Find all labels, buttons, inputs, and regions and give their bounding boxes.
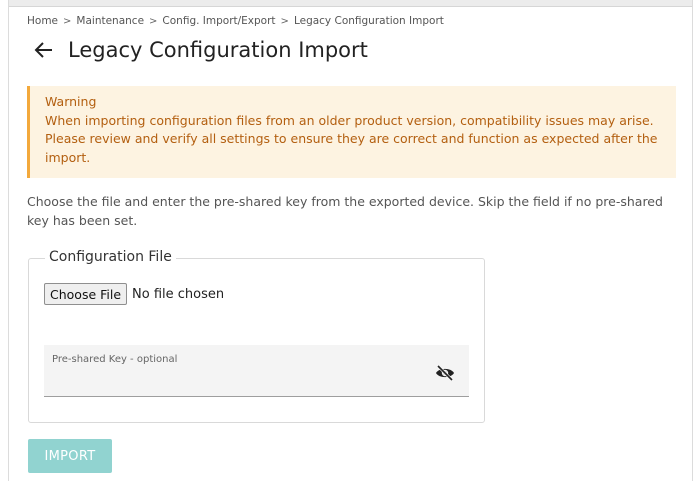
- breadcrumb-item-current: Legacy Configuration Import: [293, 15, 444, 27]
- warning-heading: Warning: [45, 94, 97, 109]
- breadcrumb-item-config-import-export[interactable]: Config. Import/Export: [162, 15, 275, 27]
- file-status: No file chosen: [132, 286, 225, 302]
- breadcrumb-separator: >: [63, 15, 72, 27]
- configuration-file-legend: Configuration File: [45, 249, 176, 265]
- breadcrumb-separator: >: [280, 15, 289, 27]
- breadcrumb: Home > Maintenance > Config. Import/Expo…: [27, 15, 444, 27]
- warning-banner: Warning When importing configuration fil…: [27, 86, 676, 178]
- breadcrumb-item-maintenance[interactable]: Maintenance: [76, 15, 144, 27]
- choose-file-button[interactable]: Choose File: [44, 283, 128, 305]
- import-button[interactable]: IMPORT: [28, 439, 112, 473]
- page-title: Legacy Configuration Import: [68, 38, 368, 62]
- breadcrumb-separator: >: [149, 15, 158, 27]
- instructions-text: Choose the file and enter the pre-shared…: [27, 194, 663, 228]
- eye-off-icon[interactable]: [435, 364, 455, 382]
- warning-message: When importing configuration files from …: [45, 112, 658, 165]
- window-top-edge: [0, 0, 693, 7]
- pre-shared-key-input[interactable]: [52, 371, 416, 393]
- pre-shared-key-field[interactable]: Pre-shared Key - optional: [44, 345, 469, 397]
- file-picker: Choose File No file chosen: [44, 283, 224, 305]
- pre-shared-key-label: Pre-shared Key - optional: [52, 354, 178, 365]
- page-header: Legacy Configuration Import: [34, 38, 368, 62]
- breadcrumb-item-home[interactable]: Home: [27, 15, 58, 27]
- configuration-file-group: Configuration File Choose File No file c…: [28, 249, 485, 423]
- sidebar-edge: [0, 0, 9, 481]
- arrow-left-icon[interactable]: [34, 39, 56, 61]
